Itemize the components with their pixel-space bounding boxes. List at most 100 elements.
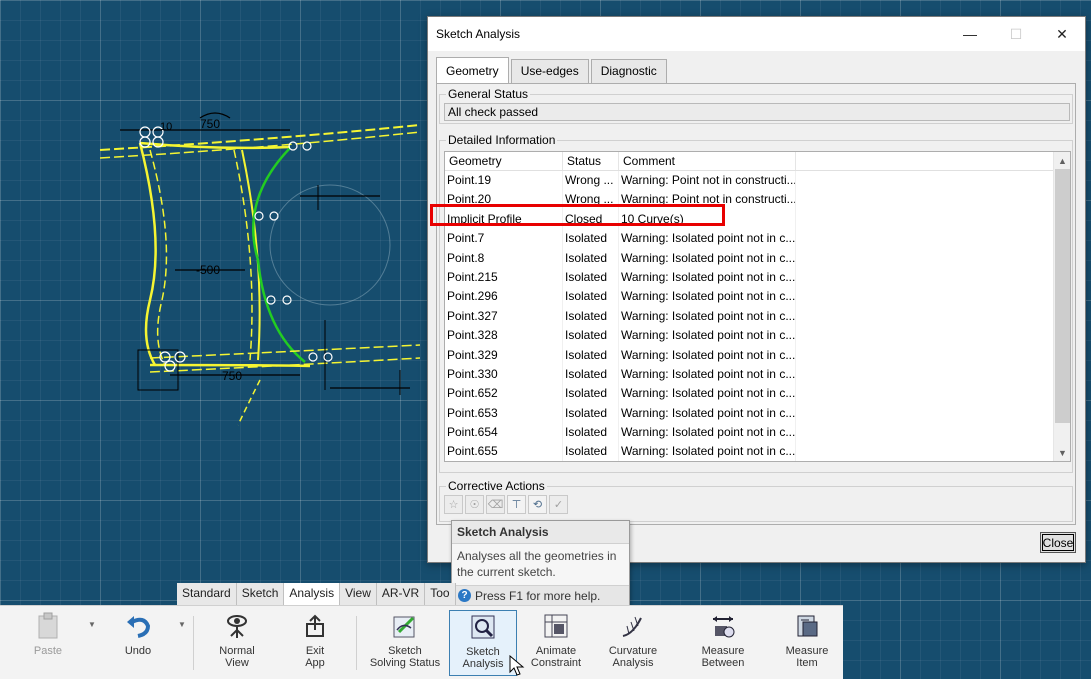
empty-cell (796, 210, 1070, 229)
ribbon-tab-tools[interactable]: Too (425, 583, 456, 605)
table-row[interactable]: Point.330 Isolated Warning: Isolated point… (445, 364, 1070, 385)
table-row[interactable]: Point.328 Isolated Warning: Isolated point… (445, 326, 1070, 346)
status-cell: Isolated (563, 423, 619, 443)
measure-item-button[interactable]: Measure Item (774, 610, 840, 676)
dimension-partial: 10 (160, 121, 172, 133)
table-row[interactable]: Point.654 Isolated Warning: Isolated point… (445, 423, 1070, 443)
sketch-analysis-label-1: Sketch (466, 646, 500, 658)
general-status-label: General Status (446, 87, 531, 101)
sketch-solving-status-label-1: Sketch (388, 645, 422, 657)
detailed-info-group: Detailed Information Geometry Status Com… (439, 133, 1073, 473)
empty-cell (796, 423, 1070, 442)
table-row[interactable]: Point.7 Isolated Warning: Isolated point n… (445, 229, 1070, 249)
empty-cell (796, 365, 1070, 384)
ribbon-tabs: Standard Sketch Analysis View AR-VR Too (177, 583, 456, 605)
dialog-title: Sketch Analysis (436, 27, 521, 41)
measure-between-button[interactable]: Measure Between (690, 610, 756, 676)
ribbon-separator (193, 616, 194, 670)
animate-constraint-button[interactable]: Animate Constraint (523, 610, 589, 676)
table-row[interactable]: Point.652 Isolated Warning: Isolated point… (445, 384, 1070, 404)
geometry-cell: Point.327 (445, 306, 563, 327)
empty-cell (796, 384, 1070, 403)
solve-icon: ☉ (465, 495, 484, 514)
table-row[interactable]: Point.327 Isolated Warning: Isolated point… (445, 306, 1070, 327)
curvature-analysis-button[interactable]: Curvature Analysis (600, 610, 666, 676)
tooltip-body: Analyses all the geometries in the curre… (457, 549, 617, 579)
scroll-up-icon[interactable]: ▲ (1054, 152, 1070, 169)
dimension-top: 750 (200, 117, 220, 131)
undo-button[interactable]: Undo (105, 610, 171, 676)
sketch-solving-status-icon (389, 610, 421, 642)
tab-use-edges[interactable]: Use-edges (510, 59, 589, 83)
ribbon-tab-analysis[interactable]: Analysis (284, 583, 341, 605)
erase-icon[interactable]: ⌫ (486, 495, 505, 514)
geometry-table[interactable]: Geometry Status Comment Point.19 Wrong ..… (444, 151, 1071, 462)
scroll-thumb[interactable] (1055, 169, 1070, 423)
paste-icon (32, 610, 64, 642)
sketch-analysis-button[interactable]: Sketch Analysis (449, 610, 517, 676)
help-icon: ? (458, 589, 471, 602)
geometry-cell: Point.19 (445, 171, 563, 191)
construction-mode-icon: ☆ (444, 495, 463, 514)
table-row[interactable]: Point.8 Isolated Warning: Isolated point n… (445, 248, 1070, 268)
geometry-cell: Point.8 (445, 248, 563, 268)
empty-cell (796, 268, 1070, 287)
animate-constraint-label-1: Animate (535, 645, 577, 657)
undo-dropdown-icon[interactable]: ▼ (178, 620, 186, 629)
normal-view-button[interactable]: Normal View (204, 610, 270, 676)
empty-cell (796, 287, 1070, 306)
measure-item-label-2: Item (796, 657, 818, 669)
status-cell: Isolated (563, 442, 619, 461)
measure-item-label-1: Measure (785, 645, 829, 657)
table-row[interactable]: Point.653 Isolated Warning: Isolated point… (445, 403, 1070, 424)
exit-app-button[interactable]: Exit App (282, 610, 348, 676)
column-header-comment[interactable]: Comment (619, 152, 796, 170)
minimize-button[interactable]: — (947, 17, 993, 51)
isolate-icon[interactable]: ⟲ (528, 495, 547, 514)
tab-geometry[interactable]: Geometry (436, 57, 509, 83)
status-cell: Isolated (563, 248, 619, 268)
ribbon-tab-standard[interactable]: Standard (177, 583, 237, 605)
geometry-cell: Point.7 (445, 229, 563, 249)
sketch-analysis-dialog: Sketch Analysis — ☐ ✕ Geometry Use-edges… (427, 16, 1086, 563)
empty-cell (796, 442, 1070, 461)
ribbon-tab-ar-vr[interactable]: AR-VR (376, 583, 426, 605)
geometry-cell: Point.654 (445, 423, 563, 443)
paste-dropdown-icon[interactable]: ▼ (88, 620, 96, 629)
status-cell: Isolated (563, 326, 619, 346)
status-cell: Isolated (563, 345, 619, 365)
comment-cell: Warning: Isolated point not in c... (619, 364, 796, 385)
corrective-actions-label: Corrective Actions (446, 479, 547, 493)
table-row[interactable]: Point.296 Isolated Warning: Isolated point… (445, 287, 1070, 307)
comment-cell: Warning: Isolated point not in c... (619, 403, 796, 424)
scroll-down-icon[interactable]: ▼ (1054, 444, 1070, 461)
table-row[interactable]: Point.329 Isolated Warning: Isolated point… (445, 345, 1070, 365)
paste-button[interactable]: Paste (15, 610, 81, 676)
dimension-left: -500 (196, 263, 220, 277)
status-cell: Isolated (563, 384, 619, 404)
table-row[interactable]: Point.215 Isolated Warning: Isolated point… (445, 267, 1070, 288)
dialog-titlebar[interactable]: Sketch Analysis — ☐ ✕ (428, 17, 1085, 51)
comment-cell: Warning: Isolated point not in c... (619, 229, 796, 249)
status-cell: Isolated (563, 229, 619, 249)
table-scrollbar[interactable]: ▲ ▼ (1053, 152, 1070, 461)
column-header-geometry[interactable]: Geometry (445, 152, 563, 170)
geometry-cell: Point.653 (445, 403, 563, 424)
close-button[interactable]: Close (1040, 532, 1076, 553)
exit-app-icon (299, 610, 331, 642)
table-row[interactable]: Point.655 Isolated Warning: Isolated point… (445, 442, 1070, 461)
relimit-icon[interactable]: ⊤ (507, 495, 526, 514)
ribbon-tab-sketch[interactable]: Sketch (236, 583, 285, 605)
measure-between-icon (707, 610, 739, 642)
tab-diagnostic[interactable]: Diagnostic (590, 59, 667, 83)
geometry-cell: Point.215 (445, 267, 563, 288)
table-row[interactable]: Point.19 Wrong ... Warning: Point not in c… (445, 171, 1070, 191)
sketch-solving-status-button[interactable]: Sketch Solving Status (367, 610, 443, 676)
empty-cell (796, 326, 1070, 345)
close-window-button[interactable]: ✕ (1039, 17, 1085, 51)
column-header-status[interactable]: Status (563, 152, 619, 170)
measure-between-label-1: Measure (701, 645, 745, 657)
ribbon-tab-view[interactable]: View (340, 583, 377, 605)
curvature-analysis-label-1: Curvature (608, 645, 658, 657)
exit-app-label-2: App (305, 657, 325, 669)
